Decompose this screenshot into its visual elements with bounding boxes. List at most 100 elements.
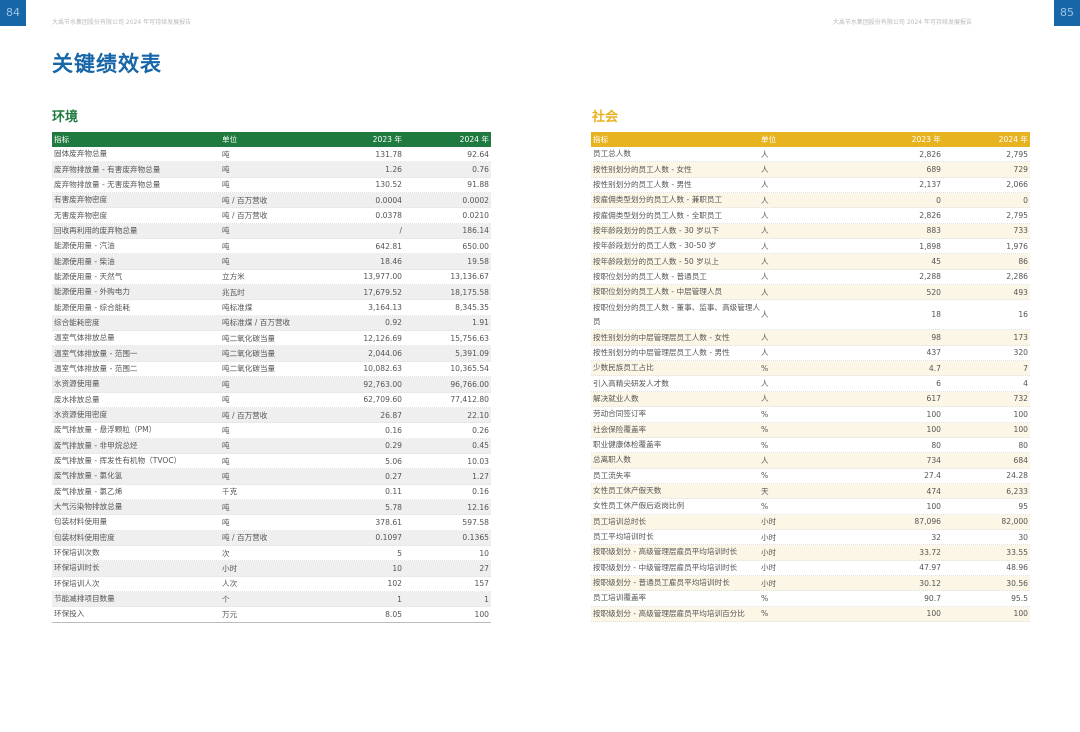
environment-section-title: 环境 xyxy=(52,110,79,125)
table-row: 包装材料使用密度 吨 / 百万营收 0.1097 0.1365 xyxy=(52,530,491,546)
value-2024-cell: 100 xyxy=(474,609,490,619)
unit-cell: % xyxy=(761,440,769,450)
value-2023-cell: 0.29 xyxy=(385,441,402,451)
column-header: 2023 年 xyxy=(372,135,402,144)
unit-cell: 人 xyxy=(761,310,769,320)
unit-cell: 人 xyxy=(761,272,769,282)
value-2023-cell: 10 xyxy=(392,563,402,573)
value-2024-cell: 77,412.80 xyxy=(450,395,489,405)
value-2023-cell: 0.0378 xyxy=(375,211,402,221)
value-2023-cell: 520 xyxy=(926,287,942,297)
indicator-cell: 废水排放总量 xyxy=(54,394,100,404)
table-row: 员工平均培训时长 小时 32 30 xyxy=(591,530,1030,546)
value-2023-cell: 130.52 xyxy=(375,180,402,190)
table-header: 指标 单位 2023 年 2024 年 xyxy=(591,132,1030,147)
value-2024-cell: 100 xyxy=(1013,425,1029,435)
table-row: 按性别划分的中层管理层员工人数 - 女性 人 98 173 xyxy=(591,330,1030,346)
unit-cell: 小时 xyxy=(761,532,777,542)
indicator-cell: 能源使用量 - 柴油 xyxy=(54,256,115,266)
indicator-cell: 员工总人数 xyxy=(593,149,631,159)
value-2024-cell: 0.45 xyxy=(472,441,489,451)
indicator-cell: 按性别划分的中层管理层员工人数 - 男性 xyxy=(593,347,730,357)
indicator-cell: 回收再利用的废弃物总量 xyxy=(54,225,138,235)
table-row: 有害废弃物密度 吨 / 百万营收 0.0004 0.0002 xyxy=(52,193,491,209)
unit-cell: 吨二氧化碳当量 xyxy=(222,364,276,374)
value-2024-cell: 1 xyxy=(484,594,489,604)
value-2024-cell: 22.10 xyxy=(467,410,489,420)
table-row: 按职级划分 - 高级管理层雇员平均培训时长 小时 33.72 33.55 xyxy=(591,545,1030,561)
unit-cell: 人 xyxy=(761,149,769,159)
unit-cell: 吨 xyxy=(222,441,230,451)
table-row: 按职位划分的员工人数 - 中层管理人员 人 520 493 xyxy=(591,285,1030,301)
indicator-cell: 废气排放量 - 非甲烷总烃 xyxy=(54,440,138,450)
value-2024-cell: 732 xyxy=(1013,394,1029,404)
value-2024-cell: 2,066 xyxy=(1006,180,1028,190)
unit-cell: 吨 xyxy=(222,379,230,389)
indicator-cell: 按职级划分 - 高级管理层雇员平均培训百分比 xyxy=(593,608,745,618)
value-2024-cell: 4 xyxy=(1023,379,1028,389)
value-2023-cell: 32 xyxy=(931,532,941,542)
unit-cell: 天 xyxy=(761,486,769,496)
table-row: 废水排放总量 吨 62,709.60 77,412.80 xyxy=(52,393,491,408)
value-2024-cell: 173 xyxy=(1013,333,1029,343)
value-2023-cell: 378.61 xyxy=(375,517,402,527)
indicator-cell: 固体废弃物总量 xyxy=(54,149,108,159)
value-2024-cell: 16 xyxy=(1018,310,1028,320)
unit-cell: 人次 xyxy=(222,579,238,589)
unit-cell: % xyxy=(761,609,769,619)
value-2023-cell: / xyxy=(399,226,402,236)
value-2024-cell: 10 xyxy=(479,548,489,558)
value-2023-cell: 734 xyxy=(926,455,942,465)
table-row: 按性别划分的员工人数 - 女性 人 689 729 xyxy=(591,162,1030,178)
value-2023-cell: 2,288 xyxy=(919,272,941,282)
value-2024-cell: 7 xyxy=(1023,363,1028,373)
unit-cell: 吨 xyxy=(222,226,230,236)
table-row: 少数民族员工占比% 4.7 7 xyxy=(591,361,1030,377)
value-2024-cell: 82,000 xyxy=(1001,517,1028,527)
value-2024-cell: 27 xyxy=(479,563,489,573)
indicator-cell: 按性别划分的员工人数 - 女性 xyxy=(593,164,692,174)
column-header: 2024 年 xyxy=(998,135,1028,144)
unit-cell: 人 xyxy=(761,348,769,358)
table-row: 废气排放量 - 氯化氢 吨 0.27 1.27 xyxy=(52,469,491,485)
table-row: 按年龄段划分的员工人数 - 30-50 岁 人 1,898 1,976 xyxy=(591,239,1030,255)
unit-cell: 人 xyxy=(761,333,769,343)
unit-cell: 吨 / 百万营收 xyxy=(222,410,268,420)
indicator-cell: 员工流失率 xyxy=(593,470,631,480)
indicator-cell: 劳动合同签订率 xyxy=(593,409,647,419)
table-row: 环保投入 万元 8.05 100 xyxy=(52,607,491,623)
value-2023-cell: 474 xyxy=(926,486,942,496)
unit-cell: 人 xyxy=(761,195,769,205)
value-2023-cell: 0.27 xyxy=(385,471,402,481)
value-2024-cell: 2,286 xyxy=(1006,272,1028,282)
unit-cell: 吨 xyxy=(222,395,230,405)
society-section-title: 社会 xyxy=(592,110,619,125)
unit-cell: 吨 xyxy=(222,149,230,159)
unit-cell: 吨 / 百万营收 xyxy=(222,533,268,543)
unit-cell: 吨 / 百万营收 xyxy=(222,195,268,205)
table-row: 无害废弃物密度 吨 / 百万营收 0.0378 0.0210 xyxy=(52,208,491,224)
unit-cell: 人 xyxy=(761,455,769,465)
column-header: 单位 xyxy=(761,135,777,144)
value-2024-cell: 684 xyxy=(1013,455,1029,465)
value-2023-cell: 62,709.60 xyxy=(363,395,402,405)
indicator-cell: 废气排放量 - 氯乙烯 xyxy=(54,486,123,496)
value-2023-cell: 102 xyxy=(387,579,403,589)
indicator-cell: 引入高精尖研发人才数 xyxy=(593,378,669,388)
value-2023-cell: 5.06 xyxy=(385,456,402,466)
table-row: 按职级划分 - 中级管理层雇员平均培训时长 小时 47.97 48.96 xyxy=(591,561,1030,576)
table-row: 温室气体排放总量 吨二氧化碳当量 12,126.69 15,756.63 xyxy=(52,331,491,347)
indicator-cell: 能源使用量 - 综合能耗 xyxy=(54,302,130,312)
table-row: 废气排放量 - 氯乙烯 千克 0.11 0.16 xyxy=(52,485,491,500)
value-2024-cell: 15,756.63 xyxy=(450,333,489,343)
table-row: 解决就业人数 人 617 732 xyxy=(591,391,1030,408)
unit-cell: 万元 xyxy=(222,609,238,619)
indicator-cell: 环保培训人次 xyxy=(54,578,100,588)
value-2024-cell: 18,175.58 xyxy=(450,287,489,297)
value-2024-cell: 0.0210 xyxy=(462,211,489,221)
indicator-cell: 环保投入 xyxy=(54,609,85,619)
value-2023-cell: 33.72 xyxy=(919,547,941,557)
value-2023-cell: 92,763.00 xyxy=(363,379,402,389)
table-header: 指标 单位 2023 年 2024 年 xyxy=(52,132,491,147)
table-row: 社会保险覆盖率% 100 100 xyxy=(591,422,1030,438)
